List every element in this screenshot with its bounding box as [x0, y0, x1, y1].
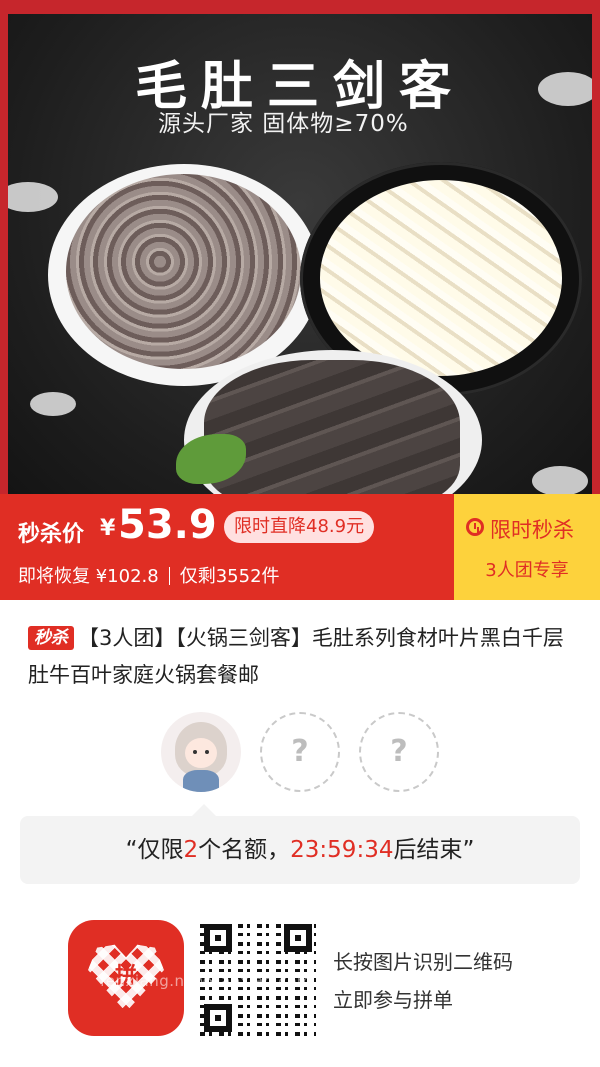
avatar-body: [183, 770, 219, 792]
flash-price-label: 秒杀价: [18, 522, 85, 547]
notice-suffix: 后结束”: [393, 837, 475, 863]
tripe-strips: [66, 174, 301, 369]
hero-photo: 毛肚三剑客 源头厂家 固体物≥70%: [8, 14, 592, 494]
product-hero-image: 毛肚三剑客 源头厂家 固体物≥70%: [0, 0, 600, 494]
notice-pointer: [192, 804, 216, 816]
notice-middle: 个名额，: [198, 837, 291, 863]
white-tripe: [320, 180, 562, 376]
flash-sale-box: 限时秒杀 3人团专享: [454, 494, 600, 600]
qr-finder: [204, 1004, 232, 1032]
price-info: 秒杀价 ¥ 53.9 限时直降48.9元 即将恢复 ¥102.8 仅剩3552件: [18, 494, 448, 600]
group-notice: “仅限2个名额，23:59:34后结束”: [20, 816, 580, 884]
group-only-label: 3人团专享: [485, 560, 569, 581]
avatar: [161, 712, 241, 792]
currency-symbol: ¥: [100, 516, 116, 541]
flash-sale-tag: 秒杀: [28, 626, 74, 650]
qr-finder: [204, 924, 232, 952]
hero-subtitle: 源头厂家 固体物≥70%: [158, 111, 409, 137]
product-title: 秒杀 【3人团】【火锅三剑客】毛肚系列食材叶片黑白千层肚牛百叶家庭火锅套餐邮: [28, 620, 576, 694]
restore-price: 即将恢复 ¥102.8: [18, 566, 159, 587]
watermark: fenxiang.newxiaoxiao.com: [100, 972, 312, 990]
notice-count: 2: [183, 837, 199, 863]
avatar-eye: [193, 750, 197, 754]
restore-price-row: 即将恢复 ¥102.8 仅剩3552件: [18, 562, 280, 588]
qr-finder: [284, 924, 312, 952]
sale-price: 53.9: [118, 502, 217, 548]
price-bar: 秒杀价 ¥ 53.9 限时直降48.9元 即将恢复 ¥102.8 仅剩3552件 …: [0, 494, 600, 600]
avatar-face: [185, 738, 217, 768]
empty-member-slot[interactable]: ?: [260, 712, 340, 792]
clock-icon: [466, 518, 484, 536]
cloud-decoration: [30, 392, 76, 416]
join-group-text: 立即参与拼单: [333, 988, 453, 1012]
notice-prefix: “仅限: [125, 837, 184, 863]
product-title-text: 【3人团】【火锅三剑客】毛肚系列食材叶片黑白千层肚牛百叶家庭火锅套餐邮: [28, 626, 564, 687]
avatar-eye: [205, 750, 209, 754]
dark-tripe-slices: [204, 360, 460, 494]
countdown-timer: 23:59:34: [290, 837, 394, 863]
empty-member-slot[interactable]: ?: [359, 712, 439, 792]
scan-instruction: 长按图片识别二维码: [333, 950, 513, 974]
cloud-decoration: [532, 466, 588, 494]
price-drop-badge: 限时直降48.9元: [224, 511, 375, 543]
stock-remaining: 仅剩3552件: [179, 566, 280, 587]
cloud-decoration: [8, 182, 58, 212]
divider: [168, 567, 170, 585]
flash-sale-title: 限时秒杀: [490, 518, 574, 542]
